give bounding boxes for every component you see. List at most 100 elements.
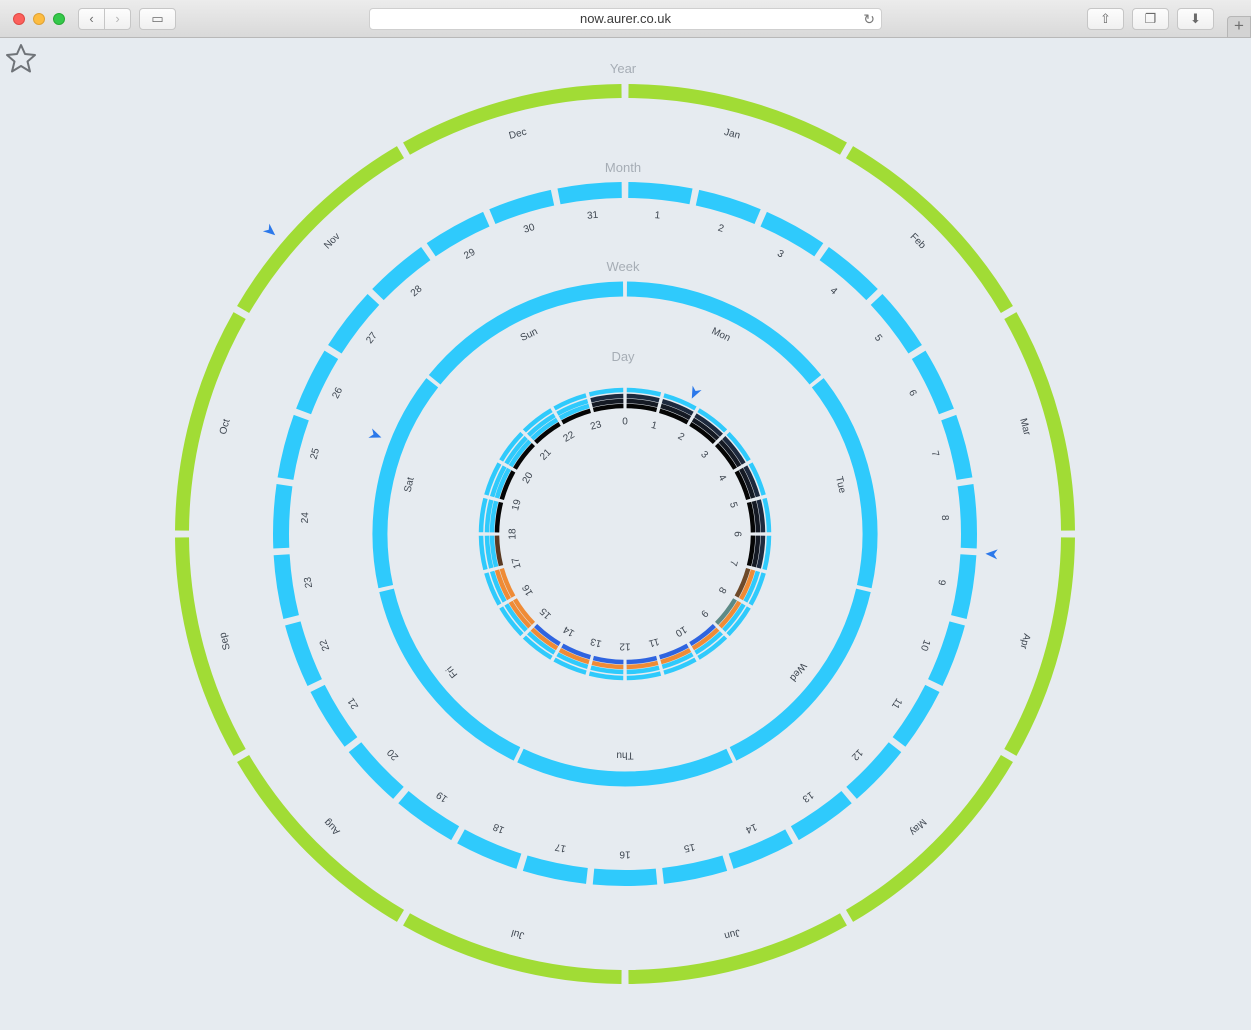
- month-segment: [957, 484, 977, 549]
- year-label: Jan: [723, 127, 741, 142]
- month-label: 17: [554, 841, 568, 854]
- month-segment: [728, 829, 793, 869]
- year-label: Sep: [218, 631, 233, 651]
- month-label: 30: [522, 222, 536, 236]
- day-hour-block: [592, 403, 624, 413]
- day-hour-block: [762, 497, 772, 533]
- year-label: Mar: [1017, 417, 1032, 437]
- year-label: Feb: [908, 231, 928, 251]
- month-segment: [310, 684, 358, 747]
- week-label: Sat: [403, 476, 417, 493]
- month-label: 11: [889, 696, 904, 711]
- year-label: Oct: [218, 418, 233, 436]
- day-hour-label: 20: [521, 470, 536, 486]
- month-label: 7: [929, 450, 941, 459]
- month-segment: [892, 684, 940, 747]
- year-label: May: [907, 816, 928, 837]
- week-label: Wed: [787, 660, 808, 683]
- year-label: Aug: [322, 816, 342, 836]
- day-hour-label: 15: [538, 605, 554, 621]
- month-segment: [928, 621, 965, 686]
- week-now-marker-icon: [368, 428, 382, 438]
- day-hour-label: 14: [561, 623, 577, 638]
- month-now-marker-icon: [985, 549, 998, 560]
- month-segment: [790, 790, 852, 841]
- month-segment: [951, 554, 977, 619]
- year-label: Dec: [508, 127, 528, 142]
- month-label: 21: [346, 695, 361, 711]
- year-ring-title: Year: [610, 61, 637, 76]
- day-hour-label: 17: [510, 556, 524, 570]
- month-label: 2: [716, 223, 725, 235]
- month-segment: [457, 829, 522, 869]
- month-segment: [285, 621, 322, 686]
- day-hour-label: 13: [589, 635, 603, 649]
- day-hour-label: 19: [510, 498, 524, 512]
- month-label: 3: [775, 248, 786, 261]
- day-hour-label: 5: [727, 501, 739, 510]
- day-hour-block: [478, 535, 488, 571]
- month-segment: [489, 189, 555, 225]
- day-hour-label: 12: [619, 640, 631, 651]
- week-label: Mon: [710, 326, 732, 344]
- month-label: 8: [939, 515, 950, 522]
- week-label: Fri: [444, 664, 460, 680]
- day-hour-label: 21: [538, 447, 554, 463]
- month-segment: [273, 554, 299, 619]
- month-label: 13: [800, 789, 816, 805]
- month-label: 24: [300, 512, 312, 524]
- year-label: Apr: [1017, 632, 1032, 651]
- week-label: Thu: [616, 749, 633, 760]
- month-label: 15: [682, 841, 696, 854]
- day-hour-label: 3: [698, 449, 710, 461]
- day-hour-label: 1: [650, 420, 659, 432]
- day-hour-block: [626, 387, 662, 397]
- month-segment: [911, 350, 954, 415]
- week-label: Tue: [833, 475, 848, 494]
- month-label: 12: [849, 747, 865, 763]
- day-hour-label: 22: [562, 429, 578, 444]
- day-hour-block: [592, 655, 624, 665]
- month-label: 1: [654, 210, 661, 222]
- day-hour-label: 10: [673, 623, 689, 638]
- month-label: 27: [364, 330, 380, 346]
- year-now-marker-icon: [262, 223, 276, 236]
- month-label: 23: [302, 576, 315, 589]
- month-label: 6: [906, 388, 919, 398]
- day-hour-label: 2: [676, 431, 687, 444]
- day-hour-label: 11: [647, 635, 660, 648]
- month-label: 19: [434, 789, 450, 805]
- day-hour-label: 0: [622, 417, 628, 428]
- month-label: 5: [872, 333, 884, 344]
- month-label: 26: [330, 385, 345, 400]
- month-segment: [662, 855, 728, 884]
- month-label: 28: [409, 283, 425, 299]
- day-hour-label: 7: [727, 559, 739, 568]
- year-label: Jul: [510, 927, 525, 941]
- month-label: 18: [491, 821, 506, 836]
- month-label: 25: [309, 447, 323, 461]
- month-segment: [273, 484, 293, 549]
- year-label: Jun: [723, 926, 741, 941]
- month-label: 9: [935, 579, 947, 587]
- day-hour-block: [626, 671, 662, 681]
- day-hour-block: [626, 403, 658, 413]
- month-segment: [628, 182, 693, 205]
- day-hour-block: [746, 501, 756, 533]
- month-label: 20: [385, 746, 401, 762]
- month-segment: [557, 182, 622, 205]
- day-hour-block: [494, 501, 504, 533]
- day-hour-block: [626, 655, 658, 665]
- month-label: 31: [587, 210, 600, 222]
- month-segment: [426, 211, 490, 257]
- month-segment: [870, 293, 922, 354]
- day-hour-label: 23: [589, 419, 603, 433]
- month-segment: [522, 855, 588, 884]
- day-now-marker-icon: [691, 385, 702, 399]
- month-segment: [760, 211, 824, 257]
- day-hour-label: 4: [716, 473, 729, 484]
- month-segment: [398, 790, 460, 841]
- month-segment: [695, 189, 761, 225]
- day-hour-block: [478, 497, 488, 533]
- month-label: 4: [828, 285, 840, 297]
